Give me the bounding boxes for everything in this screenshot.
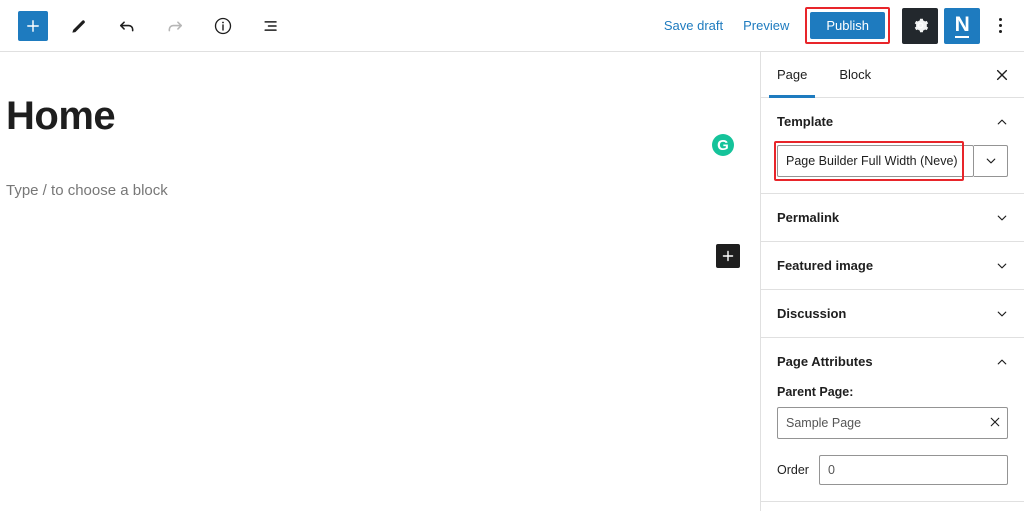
chevron-down-icon bbox=[997, 311, 1007, 316]
order-field-row: Order bbox=[777, 455, 1008, 485]
panel-template: Template Page Builder Full Width (Neve) bbox=[761, 98, 1024, 194]
kebab-dot bbox=[998, 18, 1002, 21]
parent-page-input[interactable] bbox=[777, 407, 1008, 439]
undo-button[interactable] bbox=[110, 9, 144, 43]
tab-block[interactable]: Block bbox=[823, 52, 887, 97]
redo-button[interactable] bbox=[158, 9, 192, 43]
kebab-dot bbox=[998, 30, 1002, 33]
edit-mode-button[interactable] bbox=[62, 9, 96, 43]
panel-discussion-header[interactable]: Discussion bbox=[761, 290, 1024, 337]
panel-discussion: Discussion bbox=[761, 290, 1024, 338]
chevron-up-icon bbox=[997, 119, 1007, 124]
plus-icon bbox=[722, 250, 734, 262]
close-icon bbox=[990, 417, 1000, 427]
close-icon bbox=[996, 69, 1008, 80]
gear-icon bbox=[914, 18, 928, 33]
panel-template-title: Template bbox=[777, 114, 834, 129]
kebab-dot bbox=[998, 24, 1002, 27]
order-input[interactable] bbox=[818, 455, 1008, 485]
panel-featured-image-title: Featured image bbox=[777, 258, 874, 273]
template-select-chevron[interactable] bbox=[974, 145, 1008, 177]
save-draft-button[interactable]: Save draft bbox=[654, 12, 733, 39]
header-left-tools bbox=[0, 9, 288, 43]
redo-arrow-icon bbox=[168, 20, 183, 31]
panel-page-attributes-header[interactable]: Page Attributes bbox=[761, 338, 1024, 385]
grammarly-letter: G bbox=[717, 136, 729, 154]
list-view-icon bbox=[264, 20, 277, 31]
neve-logo-letter: N bbox=[954, 12, 970, 38]
parent-page-clear-button[interactable] bbox=[989, 416, 1001, 430]
parent-page-label: Parent Page: bbox=[777, 385, 854, 399]
parent-page-field-wrap bbox=[777, 407, 1008, 439]
editor-header-toolbar: Save draft Preview Publish N bbox=[0, 0, 1024, 52]
chevron-up-icon bbox=[997, 359, 1007, 364]
chevron-down-icon bbox=[986, 158, 995, 164]
tab-page[interactable]: Page bbox=[761, 52, 823, 98]
panel-page-attributes: Page Attributes Parent Page: Sample Page… bbox=[761, 338, 1024, 502]
sidebar-tabs: Page Block bbox=[761, 52, 1024, 98]
chevron-down-icon bbox=[997, 215, 1007, 220]
order-label: Order bbox=[777, 463, 809, 477]
settings-sidebar: Page Block Template Page Builder Full Wi… bbox=[760, 52, 1024, 511]
editor-canvas[interactable]: Home Type / to choose a block G bbox=[0, 52, 760, 511]
panel-page-attributes-body: Parent Page: Order bbox=[761, 385, 1024, 501]
panel-permalink-header[interactable]: Permalink bbox=[761, 194, 1024, 241]
page-title[interactable]: Home bbox=[0, 92, 760, 140]
template-select-row: Page Builder Full Width (Neve) bbox=[774, 141, 1008, 181]
chevron-down-icon bbox=[997, 263, 1007, 268]
more-options-button[interactable] bbox=[986, 8, 1014, 44]
close-sidebar-button[interactable] bbox=[980, 52, 1024, 97]
editor-body: Home Type / to choose a block G Page Blo… bbox=[0, 52, 1024, 511]
plus-icon bbox=[27, 19, 39, 32]
panel-page-attributes-title: Page Attributes bbox=[777, 354, 873, 369]
empty-block-placeholder[interactable]: Type / to choose a block bbox=[0, 140, 760, 199]
gutenberg-editor-window: Save draft Preview Publish N Home Type /… bbox=[0, 0, 1024, 511]
panel-featured-image-header[interactable]: Featured image bbox=[761, 242, 1024, 289]
info-circle-icon bbox=[214, 17, 232, 34]
add-block-button[interactable] bbox=[18, 10, 48, 41]
grammarly-icon[interactable]: G bbox=[712, 134, 734, 156]
panel-permalink: Permalink bbox=[761, 194, 1024, 242]
panel-template-body: Page Builder Full Width (Neve) bbox=[761, 141, 1024, 193]
panel-permalink-title: Permalink bbox=[777, 210, 840, 225]
panel-discussion-title: Discussion bbox=[777, 306, 847, 321]
panel-template-header[interactable]: Template bbox=[761, 98, 1024, 145]
neve-logo-button[interactable]: N bbox=[944, 7, 980, 44]
inline-add-block-button[interactable] bbox=[716, 244, 740, 268]
sidebar-panels: Template Page Builder Full Width (Neve) bbox=[761, 98, 1024, 511]
header-right-tools: Save draft Preview Publish N bbox=[654, 7, 1024, 44]
list-view-button[interactable] bbox=[254, 9, 288, 43]
undo-arrow-icon bbox=[119, 20, 134, 31]
publish-button-highlight-wrapper: Publish bbox=[805, 7, 890, 44]
panel-featured-image: Featured image bbox=[761, 242, 1024, 290]
template-select[interactable]: Page Builder Full Width (Neve) bbox=[777, 145, 974, 177]
preview-button[interactable]: Preview bbox=[733, 12, 799, 39]
settings-button[interactable] bbox=[902, 7, 938, 44]
document-info-button[interactable] bbox=[206, 9, 240, 43]
pencil-icon bbox=[71, 20, 85, 33]
publish-button[interactable]: Publish bbox=[810, 12, 885, 39]
